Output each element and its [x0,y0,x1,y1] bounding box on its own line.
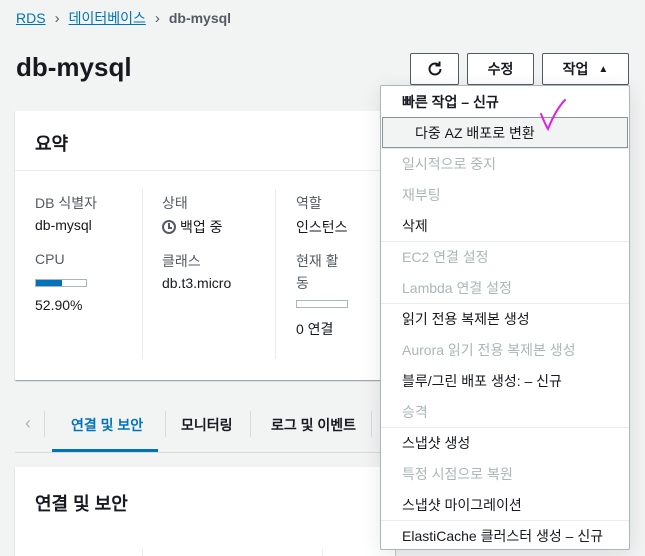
refresh-icon [428,61,441,76]
menu-item-stop-temporarily[interactable]: 일시적으로 중지 [381,148,629,179]
current-activity-value: 0 연결 [296,321,334,337]
column-divider [142,549,143,556]
column-divider [142,189,143,359]
current-activity-label: 현재 활 [296,253,339,269]
current-activity-label-wrap: 동 [296,275,309,291]
tab-divider [250,411,251,437]
detail-tabs: ‹ 연결 및 보안 모니터링 로그 및 이벤트 [15,395,395,453]
status-value: 백업 중 [180,219,223,235]
menu-item-ec2-connection[interactable]: EC2 연결 설정 [381,241,629,272]
column-divider [322,549,323,556]
cpu-value: 52.90% [35,297,83,313]
actions-button[interactable]: 작업 ▲ [542,53,629,85]
connections-bar [296,300,348,308]
role-label: 역할 [296,195,322,211]
actions-button-label: 작업 [562,61,589,77]
connectivity-panel: 연결 및 보안 [15,467,395,556]
menu-item-migrate-snapshot[interactable]: 스냅샷 마이그레이션 [381,489,629,520]
status-label: 상태 [162,195,188,211]
chevron-right-icon: › [54,9,60,27]
active-tab-indicator [52,449,158,452]
clock-icon [162,220,176,234]
breadcrumb-link-databases[interactable]: 데이터베이스 [69,8,146,28]
chevron-left-icon[interactable]: ‹ [25,413,31,434]
breadcrumb-link-rds[interactable]: RDS [16,10,46,26]
menu-item-lambda-connection[interactable]: Lambda 연결 설정 [381,272,629,303]
summary-panel: 요약 DB 식별자 db-mysql CPU 52.90% 상태 백업 중 클래… [15,111,395,380]
tab-logs-events[interactable]: 로그 및 이벤트 [271,415,356,435]
page-title: db-mysql [16,52,132,82]
db-identifier-value: db-mysql [35,217,92,233]
class-label: 클래스 [162,253,201,269]
menu-item-restore-point-in-time[interactable]: 특정 시점으로 복원 [381,458,629,489]
status-badge: 백업 중 [162,217,223,237]
chevron-right-icon: › [154,9,160,27]
tab-connectivity-security[interactable]: 연결 및 보안 [71,415,143,435]
checkmark-annotation-icon [540,99,566,132]
breadcrumb: RDS › 데이터베이스 › db-mysql [16,8,231,28]
tab-divider [44,411,45,437]
db-identifier-label: DB 식별자 [35,195,97,211]
menu-item-delete[interactable]: 삭제 [381,210,629,241]
cpu-usage-fill [36,280,63,286]
role-value: 인스턴스 [296,219,348,235]
connectivity-title: 연결 및 보안 [35,494,128,514]
actions-dropdown-menu: 빠른 작업 – 신규 다중 AZ 배포로 변환 일시적으로 중지 재부팅 삭제 … [380,85,630,550]
caret-up-icon: ▲ [598,63,609,75]
summary-header: 요약 [15,111,395,171]
tab-monitoring[interactable]: 모니터링 [181,415,233,435]
menu-section-quick-actions: 빠른 작업 – 신규 [402,93,499,110]
edit-button[interactable]: 수정 [467,53,534,85]
menu-item-take-snapshot[interactable]: 스냅샷 생성 [381,427,629,458]
cpu-label: CPU [35,251,65,267]
summary-title: 요약 [35,134,69,154]
menu-item-promote[interactable]: 승격 [381,396,629,427]
menu-item-create-blue-green[interactable]: 블루/그린 배포 생성: – 신규 [381,365,629,396]
menu-item-convert-multi-az[interactable]: 다중 AZ 배포로 변환 [382,117,628,148]
menu-item-create-read-replica[interactable]: 읽기 전용 복제본 생성 [381,303,629,334]
class-value: db.t3.micro [162,275,232,291]
menu-item-create-aurora-read-replica[interactable]: Aurora 읽기 전용 복제본 생성 [381,334,629,365]
menu-item-create-elasticache-cluster[interactable]: ElastiCache 클러스터 생성 – 신규 [381,520,629,551]
cpu-usage-bar [35,279,87,287]
column-divider [275,189,276,359]
tab-divider [371,411,372,437]
menu-item-reboot[interactable]: 재부팅 [381,179,629,210]
refresh-button[interactable] [410,53,459,85]
breadcrumb-current: db-mysql [168,10,232,26]
tab-divider [165,411,166,437]
